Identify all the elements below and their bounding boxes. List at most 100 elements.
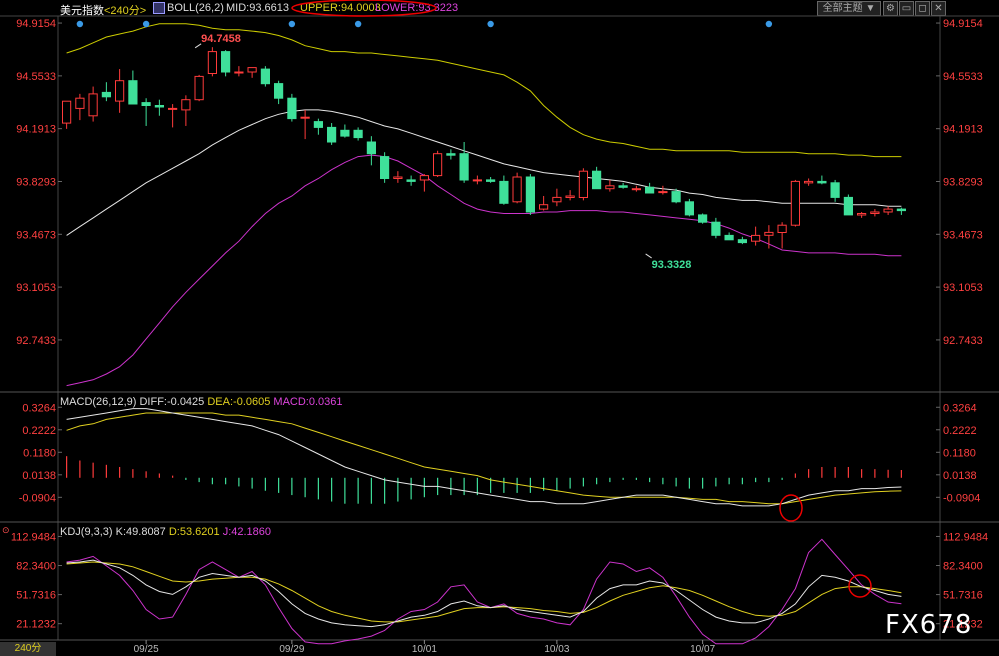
price-tick-label-right: 93.4673 <box>943 229 983 241</box>
candle[interactable] <box>221 51 231 73</box>
candle[interactable] <box>618 185 628 188</box>
candle[interactable] <box>525 176 535 213</box>
candle[interactable] <box>592 170 602 190</box>
macd-dea: DEA:-0.0605 <box>207 396 271 408</box>
candle[interactable] <box>353 129 363 139</box>
kdj-tick-label-left: 21.1232 <box>16 619 56 631</box>
candle[interactable] <box>313 121 323 128</box>
candle[interactable] <box>896 208 906 212</box>
candle[interactable] <box>260 68 270 85</box>
candle[interactable] <box>168 107 178 110</box>
kdj-header: KDJ(9,3,3) K:49.8087 D:53.6201 J:42.1860 <box>60 526 271 538</box>
candle[interactable] <box>234 71 244 74</box>
candle[interactable] <box>128 80 138 105</box>
candle[interactable] <box>684 201 694 216</box>
price-tick-label-left: 92.7433 <box>16 335 56 347</box>
candle[interactable] <box>737 239 747 244</box>
candle[interactable] <box>115 80 125 102</box>
candle[interactable] <box>512 176 522 203</box>
annotation-pointer <box>194 43 202 49</box>
candle[interactable] <box>62 100 72 124</box>
candle[interactable] <box>101 91 112 98</box>
candle[interactable] <box>274 83 284 99</box>
kdj-tick-label-left: 51.7316 <box>16 590 56 602</box>
candle[interactable] <box>790 180 800 226</box>
candle[interactable] <box>446 153 456 156</box>
watermark: FX678 <box>885 610 973 640</box>
candle[interactable] <box>578 170 588 198</box>
candle[interactable] <box>380 156 390 180</box>
candle[interactable] <box>724 234 734 241</box>
candle[interactable] <box>605 185 615 190</box>
macd-tick-label-right: 0.0138 <box>943 470 977 482</box>
macd-tick-label-left: 0.1180 <box>23 447 56 459</box>
candle[interactable] <box>75 97 85 109</box>
macd-dea-line <box>66 412 902 505</box>
event-marker-icon <box>354 20 362 28</box>
chart-canvas[interactable]: 94.9154 94.9154 94.5533 94.5533 94.1913 94.19… <box>0 0 999 656</box>
candle[interactable] <box>247 67 257 73</box>
candle[interactable] <box>194 75 204 101</box>
candle[interactable] <box>340 129 350 137</box>
candle[interactable] <box>631 188 641 191</box>
kdj-tick-label-right: 51.7316 <box>943 590 983 602</box>
macd-panel: 0.3264 0.3264 0.2222 0.2222 0.1180 0.1180 0.01… <box>19 402 980 507</box>
macd-diff-line <box>66 408 902 507</box>
candle[interactable] <box>419 175 429 181</box>
candle[interactable] <box>658 191 668 194</box>
macd-diff: DIFF:-0.0425 <box>139 396 205 408</box>
price-annotation: 94.7458 <box>201 33 241 45</box>
candle[interactable] <box>141 102 151 106</box>
candle[interactable] <box>181 99 191 111</box>
price-tick-label-right: 93.8293 <box>943 176 983 188</box>
price-tick-label-left: 93.8293 <box>16 176 56 188</box>
candle[interactable] <box>486 179 496 182</box>
candle[interactable] <box>552 196 562 203</box>
candle[interactable] <box>777 224 787 233</box>
macd-tick-label-right: -0.0904 <box>943 492 980 504</box>
candle[interactable] <box>459 153 469 181</box>
macd-tick-label-right: 0.3264 <box>943 402 977 414</box>
candle[interactable] <box>327 126 337 143</box>
kdj-dot-icon: ⊙ <box>2 525 10 535</box>
candle[interactable] <box>287 97 297 120</box>
candle[interactable] <box>698 214 708 223</box>
candle[interactable] <box>645 186 655 194</box>
candle[interactable] <box>393 176 403 179</box>
candle[interactable] <box>817 180 827 184</box>
candle[interactable] <box>857 213 867 216</box>
candle[interactable] <box>406 179 416 182</box>
candle[interactable] <box>870 211 880 214</box>
candle[interactable] <box>711 221 721 236</box>
price-tick-label-left: 94.5533 <box>16 71 56 83</box>
candle[interactable] <box>539 204 549 210</box>
candle[interactable] <box>300 116 310 119</box>
candle[interactable] <box>207 51 218 74</box>
candle[interactable] <box>154 105 165 108</box>
macd-value: MACD:0.0361 <box>273 396 343 408</box>
candle[interactable] <box>843 196 853 216</box>
period-tab[interactable]: 240分 <box>0 642 56 656</box>
candle[interactable] <box>764 231 774 236</box>
price-tick-label-right: 93.1053 <box>943 282 983 294</box>
candle[interactable] <box>804 180 814 184</box>
candle[interactable] <box>433 153 443 177</box>
candle[interactable] <box>472 179 482 182</box>
candle[interactable] <box>499 180 509 204</box>
candle[interactable] <box>751 234 761 242</box>
candles[interactable] <box>62 20 906 249</box>
kdj-name[interactable]: KDJ(9,3,3) <box>60 526 113 538</box>
kdj-d-line <box>66 561 902 623</box>
boll-lower-line <box>66 154 902 387</box>
macd-tick-label-right: 0.2222 <box>943 425 977 437</box>
candle[interactable] <box>565 195 575 198</box>
candle[interactable] <box>883 208 893 213</box>
kdj-tick-label-left: 82.3400 <box>16 561 56 573</box>
boll-mid-line <box>66 109 902 236</box>
candle[interactable] <box>671 191 681 203</box>
annotation-pointer <box>645 253 652 259</box>
macd-name[interactable]: MACD(26,12,9) <box>60 396 136 408</box>
candle[interactable] <box>830 182 840 198</box>
candle[interactable] <box>88 93 98 117</box>
candle[interactable] <box>366 141 376 155</box>
